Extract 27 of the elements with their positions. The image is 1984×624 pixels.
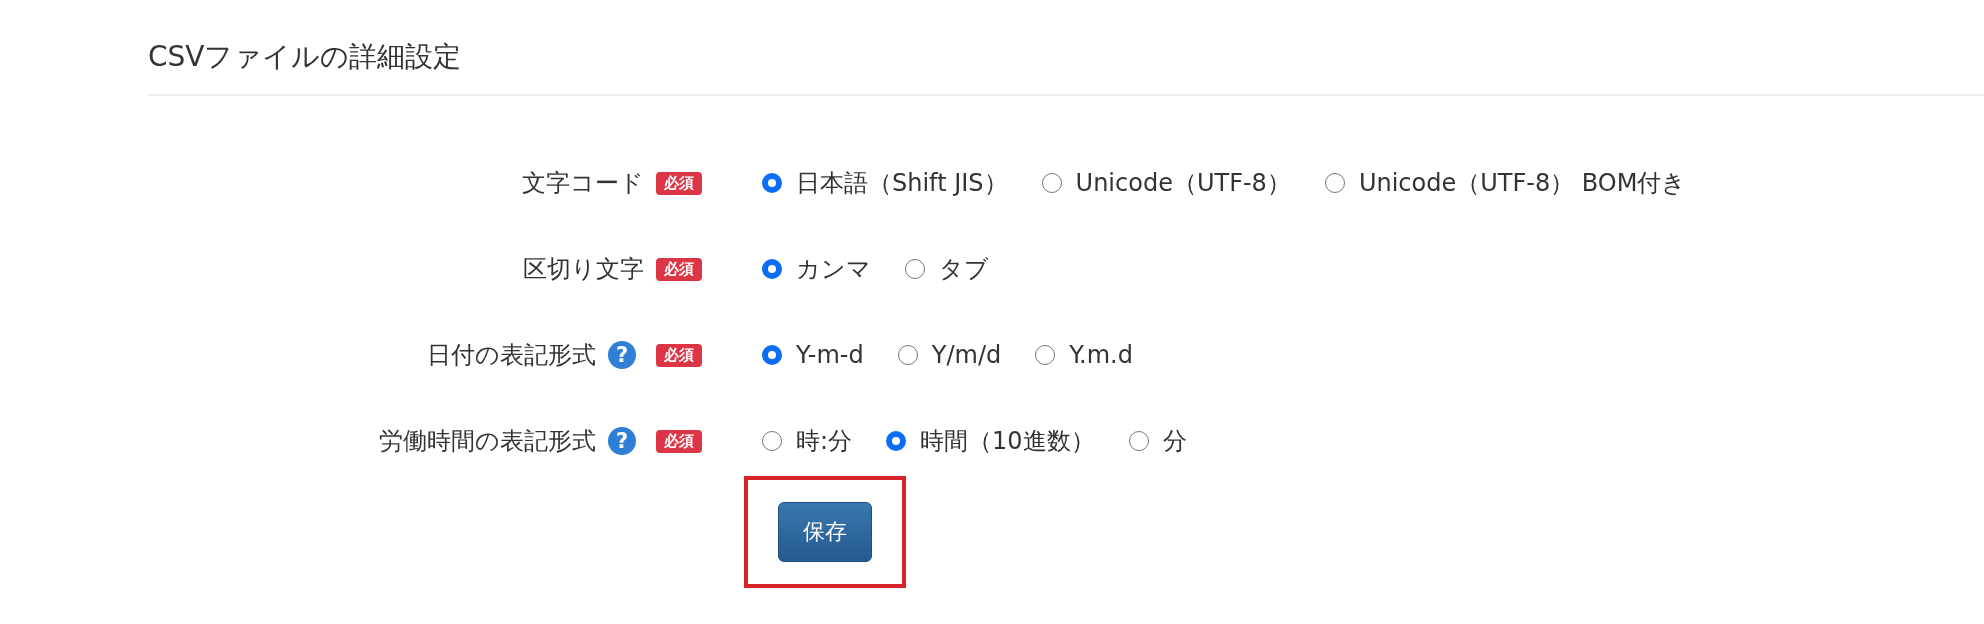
radio-option[interactable]: カンマ xyxy=(762,253,871,285)
section-title: CSVファイルの詳細設定 xyxy=(147,39,463,75)
radio-button[interactable] xyxy=(762,259,782,279)
required-badge: 必須 xyxy=(656,343,702,367)
radio-option[interactable]: Y/m/d xyxy=(897,341,1002,369)
required-badge: 必須 xyxy=(656,171,702,195)
radio-button[interactable] xyxy=(886,431,907,451)
radio-option[interactable]: Y-m-d xyxy=(762,341,864,369)
radio-option[interactable]: タブ xyxy=(905,253,989,285)
required-badge: 必須 xyxy=(656,257,702,281)
field-label: 区切り文字 xyxy=(523,254,644,285)
radio-option[interactable]: 日本語（Shift JIS） xyxy=(762,167,1008,199)
radio-button[interactable] xyxy=(762,173,782,193)
radio-option[interactable]: 時間（10進数） xyxy=(886,425,1095,457)
radio-button[interactable] xyxy=(762,345,782,365)
field-label: 労働時間の表記形式 xyxy=(379,426,596,457)
help-icon[interactable]: ? xyxy=(608,341,636,369)
radio-option[interactable]: Unicode（UTF-8） xyxy=(1041,167,1291,199)
field-label: 日付の表記形式 xyxy=(427,340,596,371)
radio-option[interactable]: Unicode（UTF-8） BOM付き xyxy=(1324,167,1687,199)
radio-option[interactable]: Y.m.d xyxy=(1035,341,1133,369)
required-badge: 必須 xyxy=(656,429,702,453)
radio-option[interactable]: 分 xyxy=(1128,425,1187,457)
field-label: 文字コード xyxy=(522,168,644,199)
radio-option[interactable]: 時:分 xyxy=(762,425,853,457)
help-icon[interactable]: ? xyxy=(608,427,636,455)
save-button[interactable]: 保存 xyxy=(778,502,872,562)
